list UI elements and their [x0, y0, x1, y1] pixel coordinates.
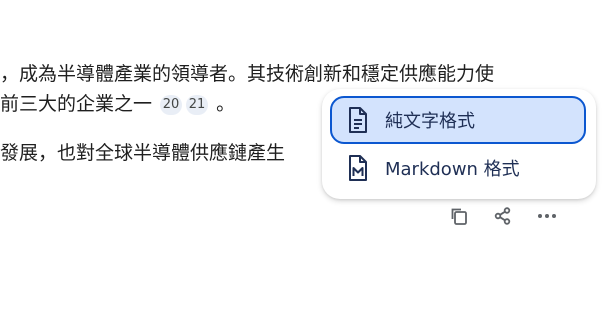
- markdown-file-icon: [346, 153, 370, 183]
- menu-item-label: 純文字格式: [385, 111, 475, 132]
- markdown-format-option[interactable]: Markdown 格式: [330, 144, 586, 192]
- response-text-line: 前三大的企業之一 20 21 。: [0, 90, 235, 118]
- share-button[interactable]: [490, 205, 516, 231]
- document-icon: [346, 105, 370, 135]
- share-icon: [493, 206, 513, 230]
- copy-icon: [449, 206, 469, 230]
- more-vert-icon: [536, 206, 558, 230]
- copy-button[interactable]: [446, 205, 472, 231]
- citation-chip[interactable]: 20: [160, 95, 183, 115]
- export-format-menu: 純文字格式 Markdown 格式: [322, 89, 596, 199]
- menu-item-label: Markdown 格式: [385, 159, 520, 180]
- citation-chip[interactable]: 21: [186, 95, 209, 115]
- response-text-fragment: 。: [216, 93, 236, 115]
- response-text-fragment: 前三大的企業之一: [0, 93, 153, 115]
- response-text-line: 發展，也對全球半導體供應鏈產生: [0, 142, 286, 164]
- plain-text-format-option[interactable]: 純文字格式: [330, 96, 586, 144]
- response-text-line: ，成為半導體產業的領導者。其技術創新和穩定供應能力使: [0, 63, 495, 85]
- more-options-button[interactable]: [534, 205, 560, 231]
